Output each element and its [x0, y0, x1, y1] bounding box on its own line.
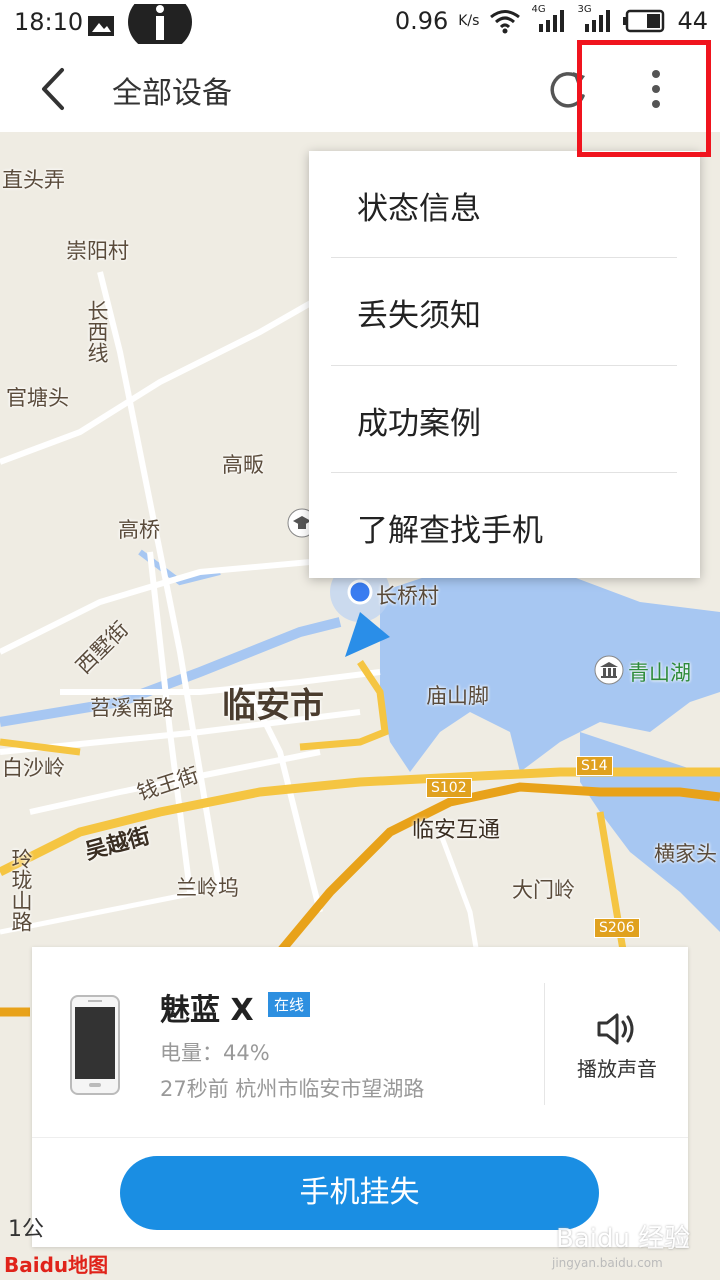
map-scale: 1公	[8, 1217, 44, 1242]
refresh-icon	[550, 72, 585, 108]
map-label-gaofan: 高畈	[222, 453, 264, 477]
overflow-menu: 状态信息 丢失须知 成功案例 了解查找手机	[309, 151, 700, 578]
landmark-poi-icon	[594, 655, 624, 685]
device-battery: 电量：44%	[160, 1041, 270, 1065]
device-name: 魅蓝 X	[160, 993, 254, 1028]
map-label-qingshanhu: 青山湖	[628, 661, 691, 685]
signal-3g-icon: 3G	[577, 4, 613, 34]
card-divider	[32, 1137, 688, 1138]
report-lost-button[interactable]: 手机挂失	[120, 1156, 599, 1230]
menu-item-success-cases[interactable]: 成功案例	[309, 366, 700, 472]
status-bar: 18:10 0.96 K/s 4G 3G 44	[0, 0, 720, 48]
phone-image	[70, 995, 120, 1095]
map-label-hengjiatou: 横家头	[654, 842, 717, 866]
speaker-icon	[597, 1013, 634, 1045]
map-label-damenling: 大门岭	[512, 878, 575, 902]
map-label-guantangtou: 官塘头	[6, 386, 69, 410]
net-speed: 0.96	[394, 7, 449, 35]
road-shield-s206: S206	[594, 918, 640, 938]
map-label-chongyangcun: 崇阳村	[66, 239, 129, 263]
image-notification-icon	[88, 16, 114, 36]
info-icon	[128, 4, 192, 48]
road-shield-s14: S14	[576, 756, 613, 776]
map-label-changxixian: 长西线	[85, 300, 109, 363]
top-app-bar: 全部设备	[0, 44, 720, 132]
menu-item-label: 了解查找手机	[357, 513, 543, 549]
card-divider	[544, 983, 545, 1105]
map-label-gaoqiao: 高桥	[118, 518, 160, 542]
map-label-linanhutong: 临安互通	[412, 818, 501, 843]
map-label-miaoshanjiao: 庙山脚	[426, 684, 489, 708]
signal-4g-icon: 4G	[531, 4, 567, 34]
map-label-linglongshanlu: 玲珑山路	[9, 848, 33, 932]
battery-icon	[623, 9, 665, 33]
play-sound-label: 播放声音	[577, 1057, 657, 1081]
battery-level: 44	[677, 7, 708, 35]
refresh-button[interactable]	[545, 68, 589, 112]
map-label-lanlingwu: 兰岭坞	[176, 876, 239, 900]
watermark: Baidu 经验	[556, 1224, 691, 1254]
more-vertical-icon	[652, 70, 660, 108]
menu-item-learn-find-phone[interactable]: 了解查找手机	[309, 473, 700, 579]
baidu-map-logo: Baidu地图	[4, 1253, 109, 1277]
map-label-tiaoxinanlu: 苕溪南路	[90, 696, 174, 720]
status-time: 18:10	[14, 8, 84, 36]
menu-item-status-info[interactable]: 状态信息	[309, 151, 700, 257]
map-label-linanshi: 临安市	[222, 686, 324, 726]
road-shield-s102: S102	[426, 778, 472, 798]
page-title: 全部设备	[112, 76, 232, 111]
device-location: 27秒前 杭州市临安市望湖路	[160, 1077, 425, 1101]
map-label-baishaling: 白沙岭	[2, 756, 65, 780]
menu-item-label: 状态信息	[357, 191, 481, 227]
chevron-left-icon	[42, 68, 64, 110]
play-sound-button[interactable]: 播放声音	[558, 1007, 676, 1087]
back-button[interactable]	[28, 64, 78, 114]
more-options-button[interactable]	[634, 64, 678, 116]
map-label-changqiaocun: 长桥村	[376, 584, 439, 608]
map-label-zhitounong: 直头弄	[2, 168, 65, 192]
wifi-icon	[490, 10, 521, 34]
watermark-url: jingyan.baidu.com	[552, 1256, 663, 1270]
device-card: 魅蓝 X 在线 电量：44% 27秒前 杭州市临安市望湖路 播放声音 手机挂失	[32, 947, 688, 1247]
status-badge: 在线	[268, 992, 311, 1017]
menu-item-label: 成功案例	[357, 406, 481, 442]
menu-item-loss-notice[interactable]: 丢失须知	[309, 258, 700, 364]
menu-item-label: 丢失须知	[357, 298, 481, 334]
net-unit: K/s	[458, 13, 480, 29]
